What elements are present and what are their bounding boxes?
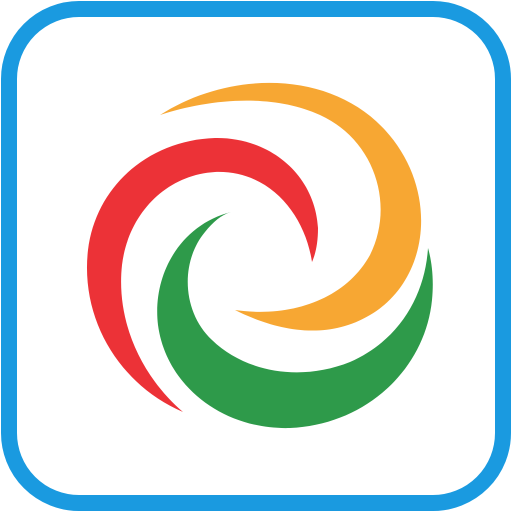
app-icon[interactable] <box>0 0 512 512</box>
swirl-logo-icon <box>1 1 511 511</box>
